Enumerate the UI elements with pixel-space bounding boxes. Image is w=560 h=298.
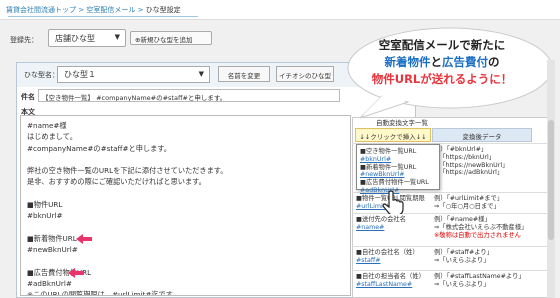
body-line <box>27 256 344 267</box>
converted-line: 例）「#name#様」 <box>434 216 491 223</box>
variable-link[interactable]: #name# <box>356 224 432 232</box>
converted-line: ⇒「株式会社いえらぶ不動産様」 <box>434 223 528 231</box>
converted-line: ⇒「いえらぶより」 <box>434 280 490 288</box>
converted-line: ⇒「○年○月○日まで」 <box>434 202 500 210</box>
popup-label: ■空き物件一覧URL <box>360 148 417 155</box>
converted-line: 例）「#staffLastName#より」 <box>434 273 525 280</box>
variable-cell[interactable]: ■自社の会社名（姓） #staff# <box>356 249 432 265</box>
click-to-insert-label: ↓↓クリックで挿入↓↓ <box>355 128 431 142</box>
body-line: #bknUrl# <box>27 211 63 221</box>
callout-ad-listing: 広告費付 <box>442 55 488 69</box>
callout-conj-2: の <box>488 55 500 69</box>
converted-cell: 例）「#urlLimit#まで」 ⇒「○年○月○日まで」 <box>434 195 546 211</box>
converted-cell: 例）「#staffLastName#より」 ⇒「いえらぶより」 <box>434 273 546 289</box>
conversion-row: ■自社の担当者名（姓） #staffLastName# 例）「#staffLastN… <box>352 270 548 298</box>
registrar-select[interactable]: 店舗ひな型 ▼ <box>48 29 126 47</box>
variable-link[interactable]: #staff# <box>356 257 432 265</box>
hand-cursor-icon <box>382 190 404 214</box>
variable-desc: ■自社の会社名（姓） <box>356 249 419 256</box>
chevron-down-icon: ▼ <box>114 33 120 41</box>
converted-line: 例）「#urlLimit#まで」 <box>434 195 504 202</box>
converted-line: 例）「#staff#より」 <box>434 249 494 256</box>
body-line: 是非、おすすめの際にご確認いただければと思います。 <box>27 177 206 187</box>
variable-desc: ■送付先の会社名 <box>356 216 407 223</box>
body-line: #name#様 <box>27 121 67 130</box>
breadcrumb-separator: > <box>78 6 85 14</box>
converted-cell: 例）「#staff#より」 ⇒「いえらぶより」 <box>434 249 546 265</box>
popup-variable-link[interactable]: #bknUrl# <box>360 156 436 164</box>
callout-line-2: 新着物件と広告費付の <box>340 54 544 71</box>
converted-line: ⇒「https://adBknUrl」 <box>434 169 504 177</box>
converted-line: ※敬称は自動で出力されません <box>434 231 521 239</box>
insert-popup[interactable]: ■空き物件一覧URL #bknUrl# ■新着物件一覧URL #newBknUrl# ■… <box>356 144 440 194</box>
body-line: ■新着物件URL <box>27 233 77 243</box>
template-name-label: ひな型名： <box>24 71 59 79</box>
subject-label: 件名 <box>21 93 35 101</box>
callout-line-3: 物件URLが送れるように！ <box>371 72 513 86</box>
add-template-button[interactable]: ⊕新規ひな型を追加 <box>130 31 212 45</box>
body-line <box>27 222 344 233</box>
converted-line: ⇒「https://bknUrl」 <box>434 153 496 161</box>
breadcrumb-item-top[interactable]: 賃貸会社間流通トップ <box>6 6 76 14</box>
converted-line: ⇒「いえらぶより」 <box>434 256 490 264</box>
arrow-left-icon <box>76 234 92 244</box>
breadcrumb-item-current: ひな型設定 <box>145 6 181 14</box>
converted-line: 例）「#bknUrl#」 <box>434 146 488 153</box>
callout-new-listing: 新着物件 <box>384 55 431 69</box>
chevron-down-icon: ▼ <box>198 70 204 78</box>
scrollbar-thumb[interactable] <box>548 120 554 240</box>
breadcrumb-item-mail[interactable]: 空室配信メール <box>86 6 135 14</box>
body-line <box>27 188 344 199</box>
body-line: はじめまして。 <box>27 132 77 142</box>
body-line <box>27 154 344 165</box>
body-line: ■物件URL <box>27 200 63 210</box>
breadcrumb: 賃貸会社間流通トップ > 空室配信メール > ひな型設定 <box>6 5 181 15</box>
body-line: #adBknUrl# <box>27 279 72 289</box>
body-line: ※このURLの閲覧期限は、#urlLimit#迄です。 <box>27 290 180 296</box>
callout-conj-1: と <box>430 55 443 69</box>
rename-button[interactable]: 名前を変更 <box>218 66 270 82</box>
add-template-label: 新規ひな型を追加 <box>140 36 193 44</box>
popup-label: ■新着物件一覧URL <box>360 163 417 171</box>
subject-input[interactable]: 【空き物件一覧】 #companyName#の#staff#と申します。 <box>38 89 340 102</box>
template-select[interactable]: ひな型１ ▼ <box>57 66 210 83</box>
callout-text: 空室配信メールで新たに 新着物件と広告費付の 物件URLが送れるように！ <box>340 37 544 88</box>
converted-cell: 例）「#bknUrl#」 ⇒「https://bknUrl」 ⇒「https://n… <box>434 146 546 177</box>
converted-data-header: 変換後データ <box>432 128 532 142</box>
variable-link[interactable]: #staffLastName# <box>356 281 432 289</box>
body-line: 弊社の空き物件一覧のURLを下記に添付させていただきます。 <box>27 166 228 176</box>
callout-line-1: 空室配信メールで新たに <box>378 38 506 52</box>
template-select-value: ひな型１ <box>64 70 96 79</box>
featured-template-button[interactable]: イチオシのひな型 <box>276 66 334 82</box>
registrar-select-value: 店舗ひな型 <box>55 34 95 43</box>
body-line: #newBknUrl# <box>27 245 78 255</box>
body-line: #companyName#の#staff#と申します。 <box>27 143 171 153</box>
breadcrumb-divider <box>8 16 198 17</box>
popup-label: ■広告費付物件一覧URL <box>360 179 429 187</box>
conversion-row: ■送付先の会社名 #name# 例）「#name#様」 ⇒「株式会社いえらぶ不動産様」… <box>352 213 548 246</box>
variable-cell[interactable]: ■自社の担当者名（姓） #staffLastName# <box>356 273 432 289</box>
converted-cell: 例）「#name#様」 ⇒「株式会社いえらぶ不動産様」 ※敬称は自動で出力されません <box>434 216 546 239</box>
conversion-row: ■自社の会社名（姓） #staff# 例）「#staff#より」 ⇒「いえらぶより」 <box>352 246 548 270</box>
variable-desc: ■自社の担当者名（姓） <box>356 273 425 280</box>
breadcrumb-separator: > <box>137 6 144 14</box>
arrow-left-icon <box>68 268 84 278</box>
variable-cell[interactable]: ■送付先の会社名 #name# <box>356 216 432 232</box>
registrar-label: 登録先： <box>10 36 38 44</box>
